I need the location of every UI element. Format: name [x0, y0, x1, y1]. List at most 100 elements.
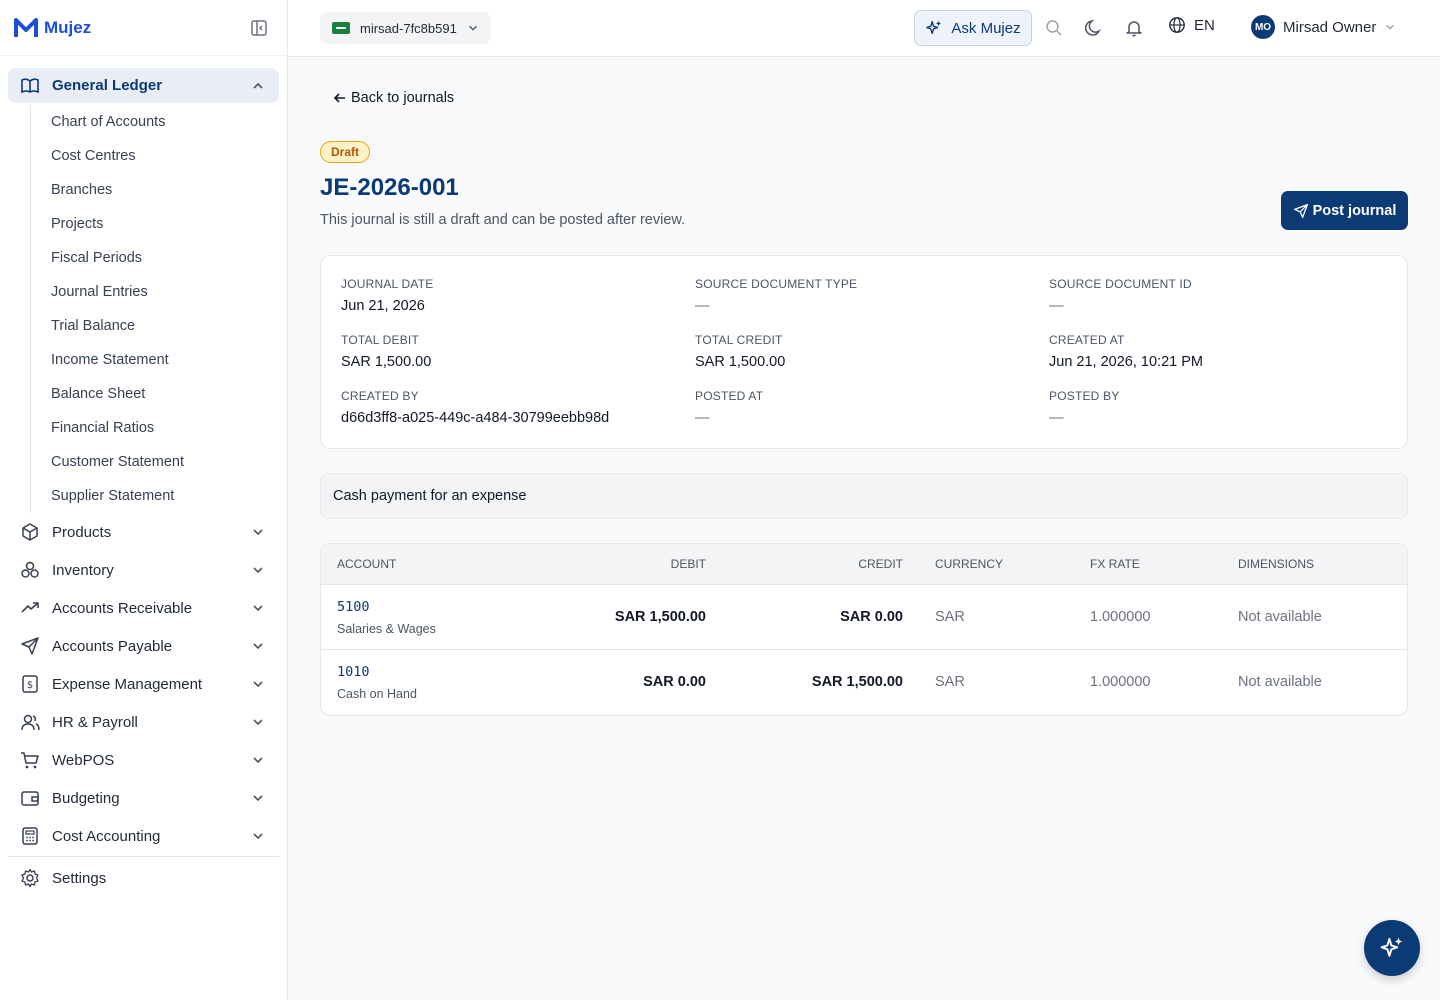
debit-amount: SAR 0.00: [643, 674, 706, 690]
svg-text:$: $: [27, 680, 33, 691]
brand-name: Mujez: [44, 17, 92, 37]
sidebar-item-chart-of-accounts[interactable]: Chart of Accounts: [51, 105, 279, 139]
trending-up-icon: [20, 598, 40, 618]
currency: SAR: [935, 674, 965, 690]
nav-item-label: Budgeting: [52, 789, 120, 807]
status-badge: Draft: [320, 141, 371, 163]
chevron-down-icon: [253, 719, 263, 726]
sidebar-item-income-statement[interactable]: Income Statement: [51, 343, 279, 377]
sidebar-item-supplier-statement[interactable]: Supplier Statement: [51, 479, 279, 513]
dimensions: Not available: [1238, 674, 1322, 690]
receipt-icon: $: [20, 674, 40, 694]
users-icon: [20, 712, 40, 732]
field-created-at: CREATED AT Jun 21, 2026, 10:21 PM: [1049, 333, 1203, 370]
nav-item-settings[interactable]: Settings: [8, 859, 279, 897]
journal-lines-table: ACCOUNT DEBIT CREDIT CURRENCY FX RATE DI…: [320, 543, 1408, 716]
calculator-icon: [20, 826, 40, 846]
field-label: CREATED BY: [341, 389, 419, 403]
nav-group-label: General Ledger: [52, 77, 163, 94]
nav-group-webpos[interactable]: WebPOS: [8, 741, 279, 779]
user-name: Mirsad Owner: [1283, 18, 1377, 36]
table-row[interactable]: 1010 Cash on Hand SAR 0.00 SAR 1,500.00 …: [321, 650, 1407, 715]
box-icon: [20, 522, 40, 542]
nav-item-label: HR & Payroll: [52, 713, 138, 731]
sidebar-item-projects[interactable]: Projects: [51, 207, 279, 241]
sidebar-item-cost-centres[interactable]: Cost Centres: [51, 139, 279, 173]
arrow-left-icon: [333, 93, 345, 103]
account-code[interactable]: 5100: [337, 599, 370, 615]
field-label: POSTED BY: [1049, 389, 1120, 403]
sidebar-item-trial-balance[interactable]: Trial Balance: [51, 309, 279, 343]
sidebar-item-fiscal-periods[interactable]: Fiscal Periods: [51, 241, 279, 275]
field-total-credit: TOTAL CREDIT SAR 1,500.00: [695, 333, 785, 370]
nav-group-cost-accounting[interactable]: Cost Accounting: [8, 817, 279, 855]
field-total-debit: TOTAL DEBIT SAR 1,500.00: [341, 333, 431, 370]
tenant-switcher[interactable]: mirsad-7fc8b591: [320, 12, 491, 44]
chevron-up-icon: [253, 82, 263, 89]
field-value: Jun 21, 2026: [341, 298, 425, 314]
tenant-name: mirsad-7fc8b591: [360, 20, 457, 36]
chevron-down-icon: [253, 757, 263, 764]
user-menu[interactable]: MO Mirsad Owner: [1251, 15, 1396, 39]
book-open-icon: [20, 76, 40, 96]
language-code: EN: [1194, 16, 1215, 34]
nav-group-accounts-payable[interactable]: Accounts Payable: [8, 627, 279, 665]
column-header-dimensions: DIMENSIONS: [1238, 557, 1315, 571]
account-code[interactable]: 1010: [337, 664, 370, 680]
table-row[interactable]: 5100 Salaries & Wages SAR 1,500.00 SAR 0…: [321, 585, 1407, 650]
saudi-flag-icon: [332, 22, 350, 34]
field-label: SOURCE DOCUMENT ID: [1049, 277, 1192, 291]
back-to-journals-link[interactable]: Back to journals: [333, 90, 454, 106]
sparkles-icon: [926, 20, 942, 35]
ask-mujez-button[interactable]: Ask Mujez: [914, 10, 1032, 46]
nav-group-hr-payroll[interactable]: HR & Payroll: [8, 703, 279, 741]
ai-assistant-fab[interactable]: [1364, 920, 1420, 976]
nav-item-label: Expense Management: [52, 675, 203, 693]
nav-group-budgeting[interactable]: Budgeting: [8, 779, 279, 817]
main-nav: General Ledger Chart of Accounts Cost Ce…: [0, 56, 287, 897]
nav-item-label: Settings: [52, 869, 107, 887]
nav-group-products[interactable]: Products: [8, 513, 279, 551]
fx-rate: 1.000000: [1090, 609, 1151, 625]
nav-group-expense-management[interactable]: $ Expense Management: [8, 665, 279, 703]
nav-item-label: Accounts Receivable: [52, 599, 193, 617]
brand-logo[interactable]: Mujez: [14, 17, 91, 39]
nav-group-general-ledger[interactable]: General Ledger: [8, 68, 279, 103]
post-journal-button[interactable]: Post journal: [1281, 191, 1408, 230]
ask-mujez-label: Ask Mujez: [951, 19, 1021, 37]
bell-icon[interactable]: [1124, 18, 1144, 38]
sidebar-item-customer-statement[interactable]: Customer Statement: [51, 445, 279, 479]
collapse-sidebar-icon[interactable]: [250, 19, 268, 37]
field-value: d66d3ff8-a025-449c-a484-30799eebb98d: [341, 410, 610, 426]
nav-group-inventory[interactable]: Inventory: [8, 551, 279, 589]
sidebar-item-financial-ratios[interactable]: Financial Ratios: [51, 411, 279, 445]
sidebar-item-branches[interactable]: Branches: [51, 173, 279, 207]
search-icon[interactable]: [1044, 18, 1064, 38]
field-created-by: CREATED BY d66d3ff8-a025-449c-a484-30799…: [341, 389, 609, 426]
page-subtitle: This journal is still a draft and can be…: [320, 212, 686, 228]
avatar: MO: [1251, 15, 1275, 39]
brand-header: Mujez: [0, 0, 287, 56]
globe-icon: [1169, 17, 1185, 33]
send-icon: [20, 636, 40, 656]
chevron-down-icon: [253, 833, 263, 840]
gear-icon: [20, 868, 40, 888]
nav-item-label: Inventory: [52, 561, 114, 579]
debit-amount: SAR 1,500.00: [614, 609, 706, 625]
field-journal-date: JOURNAL DATE Jun 21, 2026: [341, 277, 433, 314]
currency: SAR: [935, 609, 965, 625]
language-switcher[interactable]: EN: [1168, 16, 1215, 34]
boxes-icon: [20, 560, 40, 580]
sidebar-item-journal-entries[interactable]: Journal Entries: [51, 275, 279, 309]
chevron-down-icon: [253, 529, 263, 536]
topbar: mirsad-7fc8b591 Ask Mujez EN MO Mirsad O…: [288, 0, 1440, 57]
nav-group-accounts-receivable[interactable]: Accounts Receivable: [8, 589, 279, 627]
moon-icon[interactable]: [1084, 18, 1104, 38]
table-header: ACCOUNT DEBIT CREDIT CURRENCY FX RATE DI…: [321, 544, 1407, 585]
sidebar-item-balance-sheet[interactable]: Balance Sheet: [51, 377, 279, 411]
chevron-down-icon: [253, 795, 263, 802]
field-value: Jun 21, 2026, 10:21 PM: [1049, 354, 1203, 370]
credit-amount: SAR 0.00: [840, 609, 903, 625]
column-header-debit: DEBIT: [670, 557, 706, 571]
field-posted-at: POSTED AT —: [695, 389, 763, 426]
